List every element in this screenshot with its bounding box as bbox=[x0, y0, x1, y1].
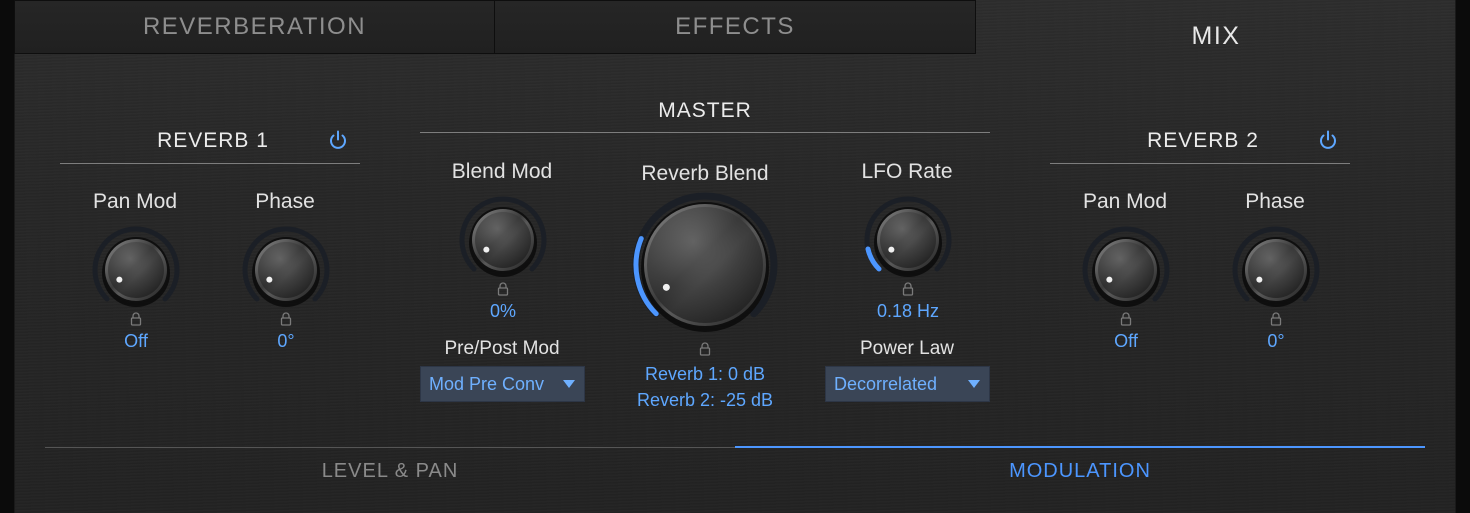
blend-mod-value: 0% bbox=[489, 301, 516, 321]
reverb-blend-value-line2: Reverb 2: -25 dB bbox=[636, 390, 774, 410]
power-law-dropdown[interactable]: Decorrelated bbox=[825, 366, 990, 402]
knob-indicator-dot bbox=[1106, 276, 1113, 283]
blend-mod-lock-icon[interactable] bbox=[497, 282, 509, 296]
reverb2-phase-value: 0° bbox=[1267, 331, 1285, 351]
tab-level-pan[interactable]: LEVEL & PAN bbox=[45, 460, 735, 483]
tab-reverberation[interactable]: REVERBERATION bbox=[14, 0, 495, 54]
reverb2-phase-knob[interactable] bbox=[1230, 224, 1322, 316]
reverb-blend-lock-icon[interactable] bbox=[699, 342, 711, 356]
reverb2-phase-lock-icon[interactable] bbox=[1270, 312, 1282, 326]
power-law-caret-icon bbox=[968, 380, 980, 388]
reverb1-pan-mod-lock-icon[interactable] bbox=[130, 312, 142, 326]
blend-mod-label: Blend Mod bbox=[451, 160, 553, 183]
knob-indicator-dot bbox=[662, 283, 670, 291]
reverb2-title: REVERB 2 bbox=[1147, 129, 1259, 152]
reverb2-divider bbox=[1050, 163, 1350, 164]
lfo-rate-label: LFO Rate bbox=[861, 160, 953, 183]
reverb1-pan-mod-label: Pan Mod bbox=[92, 190, 178, 213]
reverb2-phase-label: Phase bbox=[1245, 190, 1305, 213]
reverb2-pan-mod-label: Pan Mod bbox=[1082, 190, 1168, 213]
bottom-tab-active-indicator bbox=[735, 446, 1425, 448]
power-law-label: Power Law bbox=[860, 338, 954, 359]
master-divider bbox=[420, 132, 990, 133]
pre-post-mod-selected: Mod Pre Conv bbox=[429, 373, 545, 394]
reverb2-power-icon[interactable] bbox=[1317, 129, 1339, 151]
lfo-rate-lock-icon[interactable] bbox=[902, 282, 914, 296]
reverb1-power-icon[interactable] bbox=[327, 129, 349, 151]
reverb1-title: REVERB 1 bbox=[157, 129, 269, 152]
blend-mod-knob[interactable] bbox=[457, 194, 549, 286]
reverb1-pan-mod-value: Off bbox=[124, 331, 148, 351]
master-title: MASTER bbox=[658, 99, 752, 122]
tab-effects[interactable]: EFFECTS bbox=[494, 0, 976, 54]
reverb1-phase-knob[interactable] bbox=[240, 224, 332, 316]
pre-post-mod-label: Pre/Post Mod bbox=[444, 338, 560, 359]
knob-indicator-dot bbox=[266, 276, 273, 283]
reverb-blend-value-line1: Reverb 1: 0 dB bbox=[644, 364, 766, 384]
reverb1-pan-mod-knob[interactable] bbox=[90, 224, 182, 316]
pre-post-mod-dropdown[interactable]: Mod Pre Conv bbox=[420, 366, 585, 402]
reverb2-pan-mod-lock-icon[interactable] bbox=[1120, 312, 1132, 326]
knob-indicator-dot bbox=[1256, 276, 1263, 283]
knob-indicator-dot bbox=[888, 246, 895, 253]
knob-indicator-dot bbox=[116, 276, 123, 283]
reverb-blend-knob[interactable] bbox=[626, 190, 784, 340]
knob-indicator-dot bbox=[483, 246, 490, 253]
reverb1-phase-label: Phase bbox=[255, 190, 315, 213]
lfo-rate-value: 0.18 Hz bbox=[876, 301, 940, 321]
reverb1-divider bbox=[60, 163, 360, 164]
tab-modulation[interactable]: MODULATION bbox=[735, 460, 1425, 483]
reverb1-phase-value: 0° bbox=[277, 331, 295, 351]
reverb-blend-label: Reverb Blend bbox=[641, 162, 769, 185]
lfo-rate-knob[interactable] bbox=[862, 194, 954, 286]
pre-post-mod-caret-icon bbox=[563, 380, 575, 388]
reverb1-phase-lock-icon[interactable] bbox=[280, 312, 292, 326]
power-law-selected: Decorrelated bbox=[834, 373, 938, 394]
tab-mix[interactable]: MIX bbox=[976, 0, 1456, 72]
reverb2-pan-mod-knob[interactable] bbox=[1080, 224, 1172, 316]
mix-plugin-window: REVERBERATION EFFECTS MIX REVERB 1 MASTE… bbox=[0, 0, 1470, 513]
reverb2-pan-mod-value: Off bbox=[1114, 331, 1138, 351]
